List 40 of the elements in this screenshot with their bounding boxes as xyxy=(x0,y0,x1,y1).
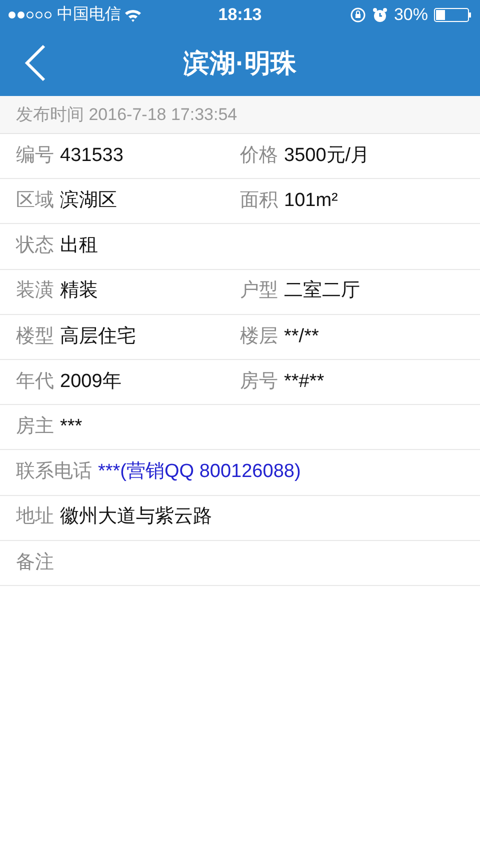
field-value: 3500元/月 xyxy=(284,144,370,168)
field-value: *** xyxy=(60,414,82,439)
field-value: 二室二厅 xyxy=(284,279,360,304)
field-label: 楼型 xyxy=(16,324,54,349)
carrier-name: 中国电信 xyxy=(57,4,121,25)
field-label: 编号 xyxy=(16,144,54,168)
field-label: 地址 xyxy=(16,505,54,530)
field-value: **/** xyxy=(284,324,319,349)
field-label: 状态 xyxy=(16,234,54,258)
field-value: 滨湖区 xyxy=(60,189,117,214)
field-label: 联系电话 xyxy=(16,460,92,484)
field-value: 431533 xyxy=(60,144,124,168)
field-label: 备注 xyxy=(16,550,54,575)
field-value: 徽州大道与紫云路 xyxy=(60,505,212,530)
field-label: 房主 xyxy=(16,414,54,439)
wifi-icon xyxy=(124,8,142,22)
rotation-lock-icon xyxy=(350,7,366,23)
contact-link[interactable]: ***(营销QQ 800126088) xyxy=(98,458,301,487)
field-value: 101m² xyxy=(284,189,338,214)
field-label: 装潢 xyxy=(16,279,54,304)
field-label: 户型 xyxy=(240,279,278,304)
clock-time: 18:13 xyxy=(218,4,262,26)
alarm-icon xyxy=(372,7,388,23)
field-label: 价格 xyxy=(240,144,278,168)
back-icon[interactable] xyxy=(24,44,46,82)
field-label: 面积 xyxy=(240,189,278,214)
battery-icon xyxy=(434,8,472,22)
field-value: 高层住宅 xyxy=(60,324,136,349)
signal-icon xyxy=(8,10,54,20)
field-label: 年代 xyxy=(16,370,54,394)
field-value: 2009年 xyxy=(60,370,122,394)
field-value: **#** xyxy=(284,370,324,394)
field-label: 楼层 xyxy=(240,324,278,349)
publish-time: 发布时间 2016-7-18 17:33:54 xyxy=(16,104,238,126)
field-label: 区域 xyxy=(16,189,54,214)
page-title: 滨湖·明珠 xyxy=(184,46,296,80)
battery-percent: 30% xyxy=(394,4,428,26)
field-value: 精装 xyxy=(60,279,98,304)
field-value: 出租 xyxy=(60,234,98,258)
field-label: 房号 xyxy=(240,370,278,394)
